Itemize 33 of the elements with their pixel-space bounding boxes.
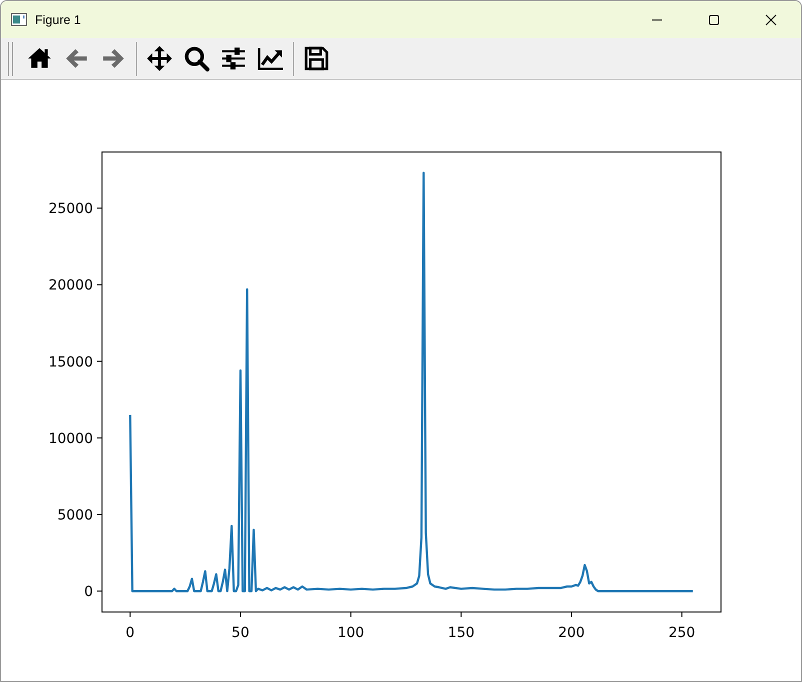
tick-label: 5000	[57, 508, 93, 524]
move-arrows-icon	[146, 45, 173, 72]
tick-mark	[460, 612, 462, 618]
app-window-icon	[11, 13, 27, 26]
tick-label: 15000	[48, 354, 93, 370]
maximize-icon	[708, 14, 720, 26]
tick-label: 10000	[48, 430, 93, 447]
tick-mark	[130, 612, 131, 618]
tick-mark	[96, 208, 102, 209]
tick-mark	[96, 590, 102, 592]
tick-label: 50	[232, 625, 250, 641]
minimize-icon	[650, 18, 662, 20]
tick-label: 200	[558, 625, 585, 641]
tick-mark	[96, 514, 102, 515]
tick-mark	[96, 360, 102, 362]
search-icon	[183, 45, 210, 72]
tick-mark	[350, 612, 352, 618]
window-title: Figure 1	[35, 12, 82, 26]
sliders-icon	[220, 45, 247, 72]
tick-label: 250	[668, 625, 696, 641]
tick-mark	[571, 612, 572, 618]
tick-label: 0	[84, 584, 93, 600]
close-icon	[764, 14, 776, 26]
tick-mark	[96, 284, 102, 286]
tick-label: 20000	[48, 278, 93, 294]
line-chart-icon	[257, 45, 284, 72]
tick-mark	[96, 437, 102, 438]
tick-label: 150	[448, 625, 475, 641]
tick-label: 0	[126, 625, 135, 641]
tick-mark	[681, 612, 682, 618]
tick-label: 25000	[48, 201, 93, 218]
tick-mark	[240, 612, 241, 618]
tick-label: 100	[337, 625, 364, 641]
